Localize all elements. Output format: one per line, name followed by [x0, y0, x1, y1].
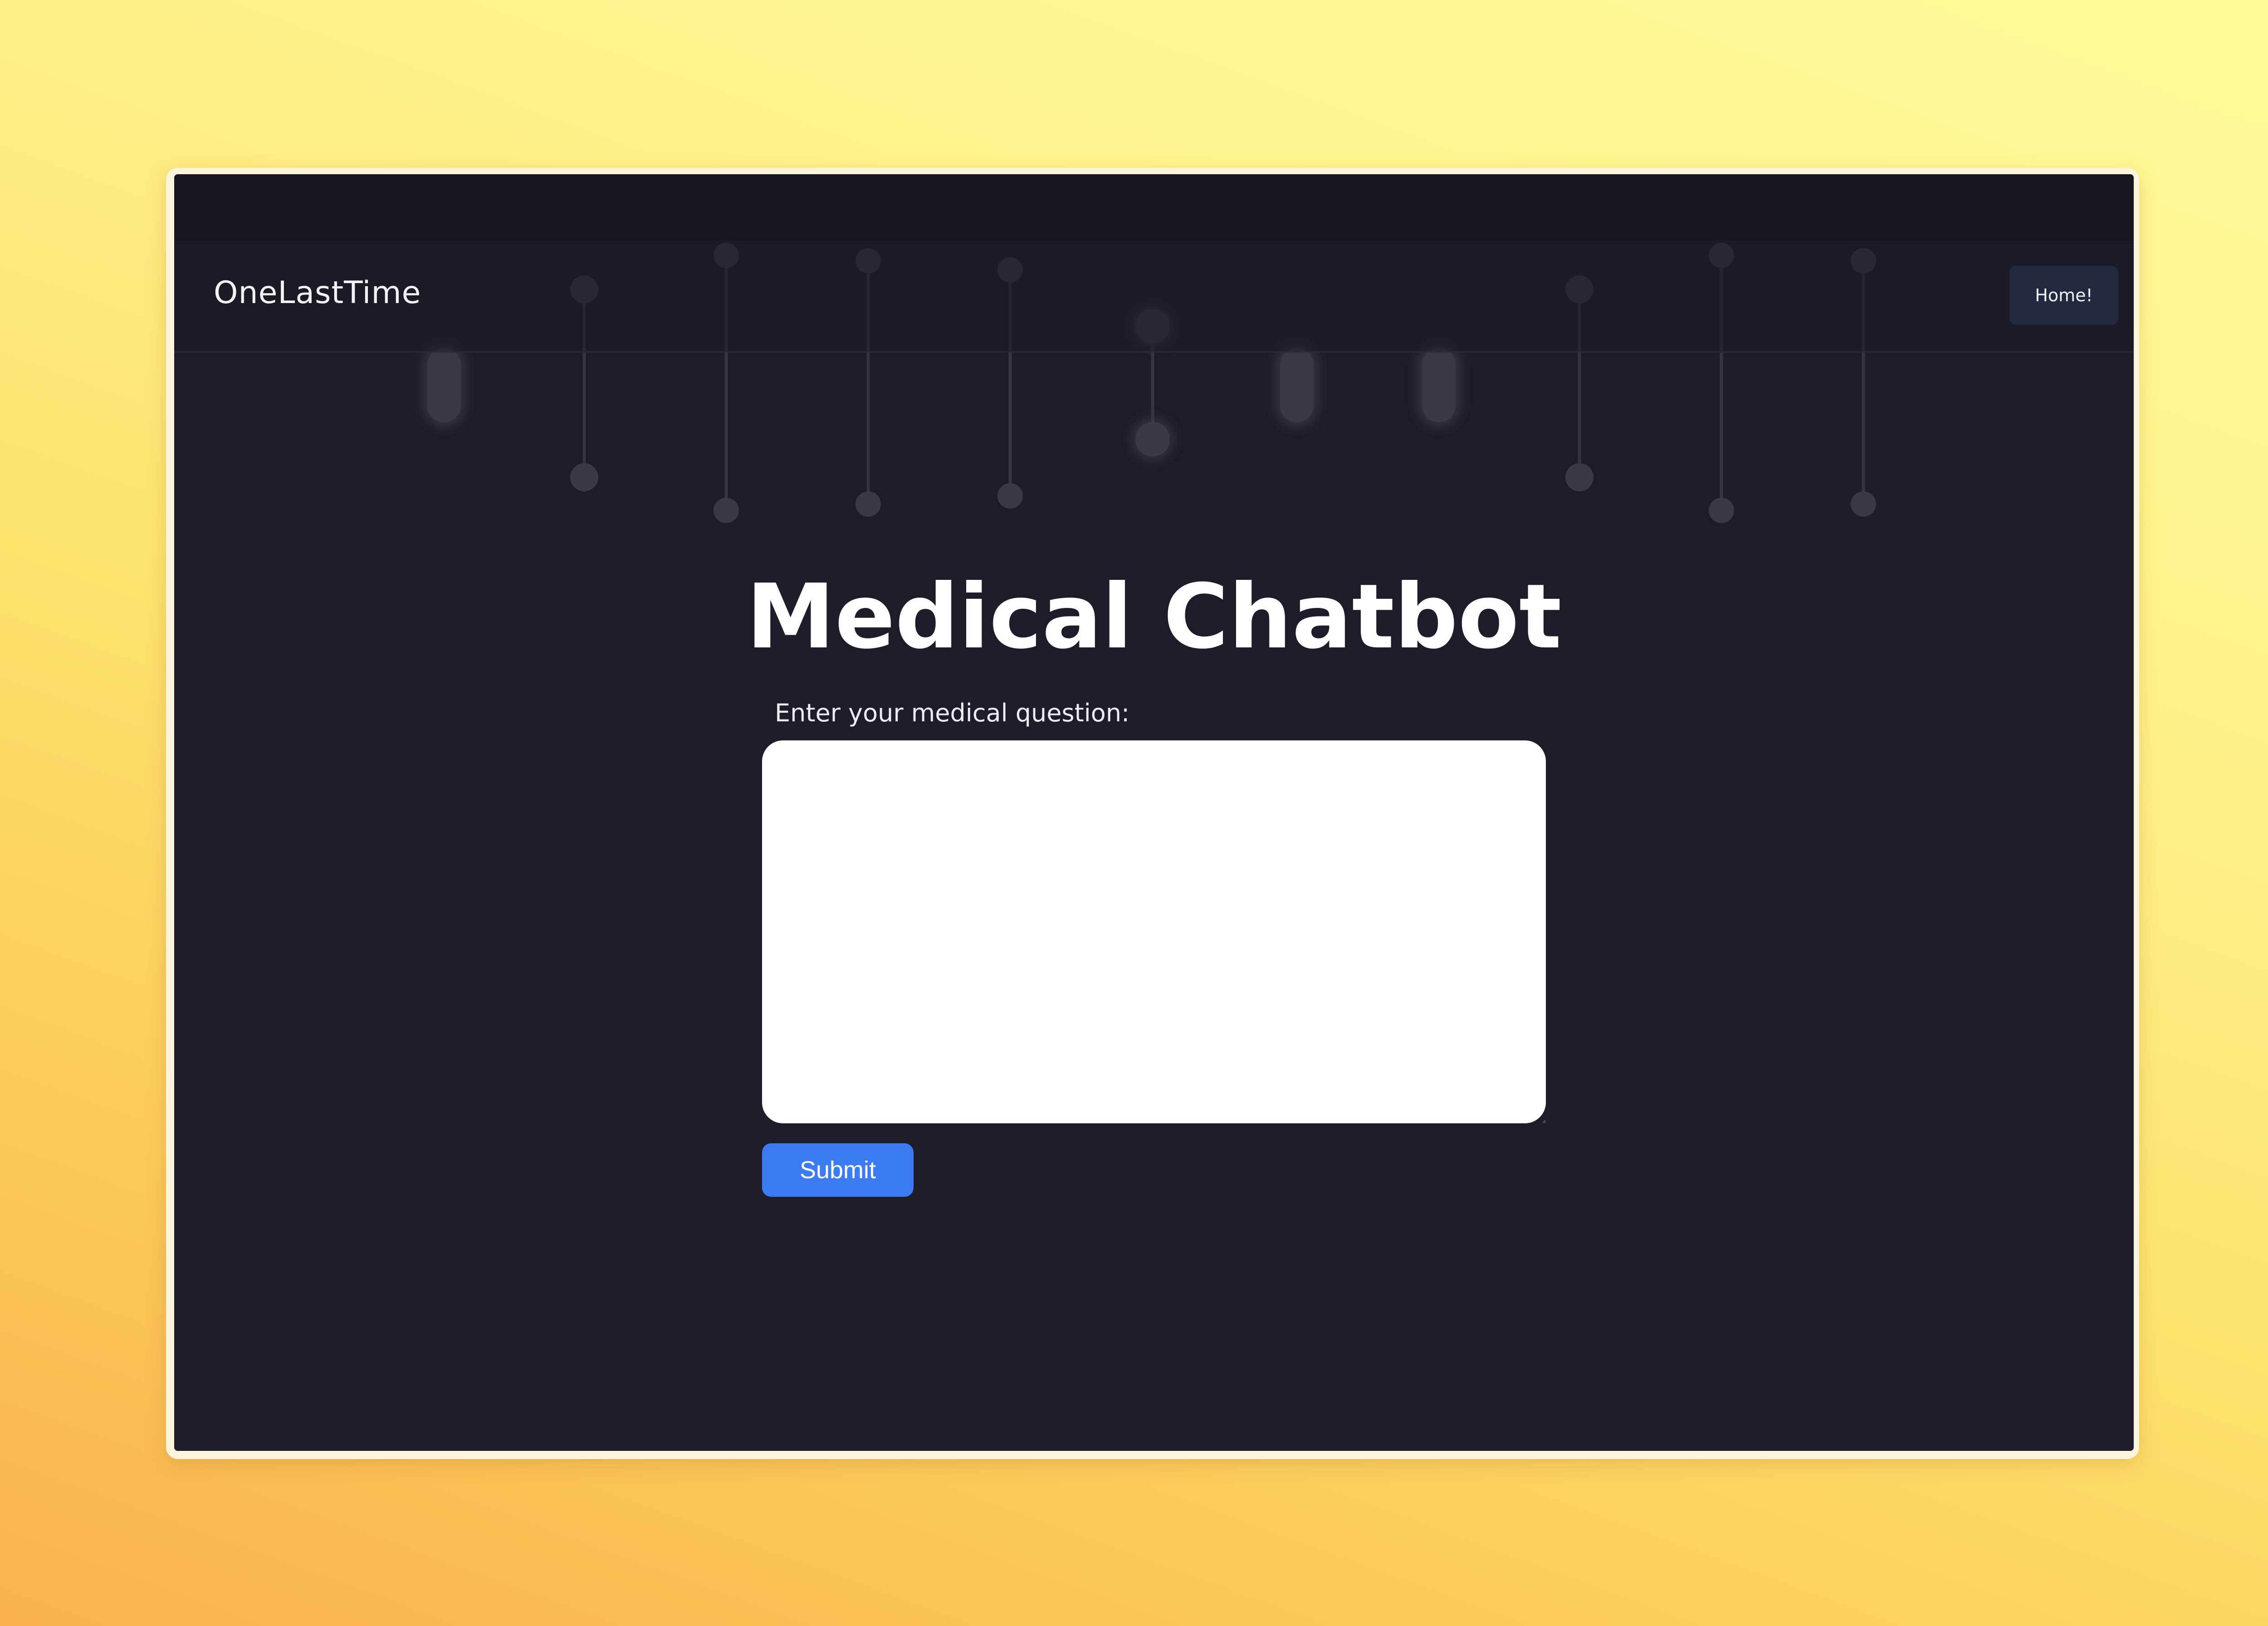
top-strip	[174, 174, 2134, 240]
submit-button[interactable]: Submit	[762, 1143, 914, 1197]
lower-background	[174, 1118, 2134, 1451]
brand-logo-text[interactable]: OneLastTime	[214, 275, 421, 311]
question-textarea[interactable]	[762, 740, 1546, 1123]
navbar	[174, 240, 2134, 353]
page-title: Medical Chatbot	[746, 565, 1562, 669]
home-button[interactable]: Home!	[2009, 266, 2118, 325]
question-label: Enter your medical question:	[775, 699, 1130, 727]
browser-window: OneLastTime Home! Medical Chatbot Enter …	[174, 174, 2134, 1451]
